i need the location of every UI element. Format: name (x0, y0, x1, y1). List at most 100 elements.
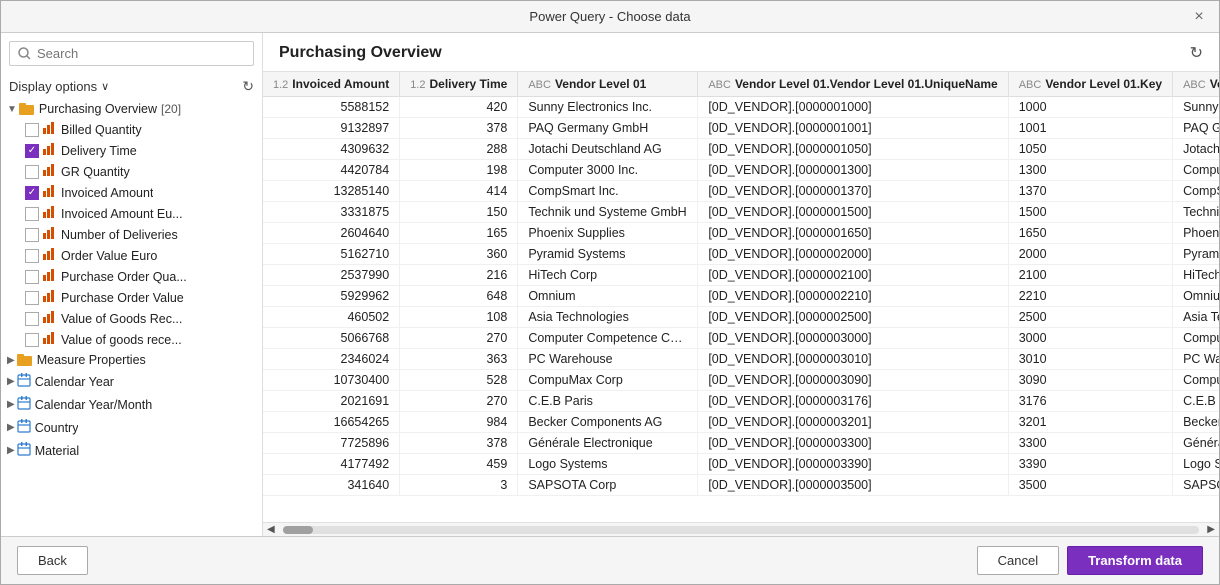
cell-vendor01-11: Computer Competence Center ... (518, 328, 698, 349)
cell-vendor01-7: Pyramid Systems (518, 244, 698, 265)
cell-delivery-9: 648 (400, 286, 518, 307)
scroll-right-arrow[interactable]: ▶ (1203, 524, 1219, 535)
cell-invoiced-17: 4177492 (263, 454, 400, 475)
col-type-0: 1.2 (273, 79, 288, 91)
panel-header: Purchasing Overview ↻ (263, 33, 1219, 72)
cell-key-7: 2000 (1008, 244, 1172, 265)
cell-invoiced-11: 5066768 (263, 328, 400, 349)
display-options-toggle[interactable]: Display options ∨ (9, 79, 109, 94)
tree-container: ▼ Purchasing Overview [20] Billed Quanti… (1, 99, 262, 536)
cell-key-1: 1001 (1008, 118, 1172, 139)
checkbox-purchase-order-qua[interactable] (25, 270, 39, 284)
tree-group-measure-properties[interactable]: ▶ Measure Properties (1, 350, 262, 370)
chart-icon-invoiced-amount (43, 185, 57, 200)
checkbox-invoiced-amount[interactable] (25, 186, 39, 200)
col-type-3: ABC (708, 79, 731, 91)
cell-vle-6: Phoenix Su... (1173, 223, 1219, 244)
checkbox-billed-quantity[interactable] (25, 123, 39, 137)
table-row: 5929962 648 Omnium [0D_VENDOR].[00000022… (263, 286, 1219, 307)
cell-vendor01-15: Becker Components AG (518, 412, 698, 433)
cell-vendor01-9: Omnium (518, 286, 698, 307)
cell-invoiced-2: 4309632 (263, 139, 400, 160)
tree-item-value-of-goods-rec2[interactable]: Value of goods rece... (1, 329, 262, 350)
cell-delivery-4: 414 (400, 181, 518, 202)
tree-item-invoiced-amount-eu[interactable]: Invoiced Amount Eu... (1, 203, 262, 224)
col-header-1[interactable]: 1.2Delivery Time (400, 72, 518, 97)
cell-vendor01-10: Asia Technologies (518, 307, 698, 328)
cell-delivery-17: 459 (400, 454, 518, 475)
cell-vle-1: PAQ Germa... (1173, 118, 1219, 139)
col-type-4: ABC (1019, 79, 1042, 91)
cell-delivery-13: 528 (400, 370, 518, 391)
data-table-container[interactable]: 1.2Invoiced Amount1.2Delivery TimeABCVen… (263, 72, 1219, 522)
chart-icon-gr-quantity (43, 164, 57, 179)
checkbox-order-value-euro[interactable] (25, 249, 39, 263)
cell-unique-9: [0D_VENDOR].[0000002210] (698, 286, 1008, 307)
col-header-0[interactable]: 1.2Invoiced Amount (263, 72, 400, 97)
transform-data-button[interactable]: Transform data (1067, 546, 1203, 575)
checkbox-delivery-time[interactable] (25, 144, 39, 158)
chart-icon-purchase-order-value (43, 290, 57, 305)
left-panel: Display options ∨ ↻ ▼ Purchasing Overvie… (1, 33, 263, 536)
left-panel-refresh-icon[interactable]: ↻ (242, 78, 254, 95)
tree-item-invoiced-amount[interactable]: Invoiced Amount (1, 182, 262, 203)
panel-refresh-icon[interactable]: ↻ (1190, 43, 1203, 63)
tree-item-value-of-goods-rec1[interactable]: Value of Goods Rec... (1, 308, 262, 329)
group-label-calendar-year-month: Calendar Year/Month (35, 398, 152, 412)
table-row: 2021691 270 C.E.B Paris [0D_VENDOR].[000… (263, 391, 1219, 412)
tree-item-billed-quantity[interactable]: Billed Quantity (1, 119, 262, 140)
tree-group-country[interactable]: ▶ Country (1, 416, 262, 439)
tree-item-delivery-time[interactable]: Delivery Time (1, 140, 262, 161)
cell-unique-16: [0D_VENDOR].[0000003300] (698, 433, 1008, 454)
col-type-2: ABC (528, 79, 551, 91)
col-header-2[interactable]: ABCVendor Level 01 (518, 72, 698, 97)
group-label-measure-properties: Measure Properties (37, 353, 146, 367)
tree-item-order-value-euro[interactable]: Order Value Euro (1, 245, 262, 266)
cell-vle-10: Asia Techni... (1173, 307, 1219, 328)
col-header-4[interactable]: ABCVendor Level 01.Key (1008, 72, 1172, 97)
footer: Back Cancel Transform data (1, 536, 1219, 584)
cell-key-16: 3300 (1008, 433, 1172, 454)
checkbox-gr-quantity[interactable] (25, 165, 39, 179)
tree-item-label-value-of-goods-rec2: Value of goods rece... (61, 333, 182, 347)
scroll-left-arrow[interactable]: ◀ (263, 524, 279, 535)
cell-unique-6: [0D_VENDOR].[0000001650] (698, 223, 1008, 244)
checkbox-value-of-goods-rec2[interactable] (25, 333, 39, 347)
back-button[interactable]: Back (17, 546, 88, 575)
close-button[interactable]: × (1187, 5, 1211, 29)
horizontal-scrollbar[interactable]: ◀ ▶ (263, 522, 1219, 536)
scrollbar-thumb[interactable] (283, 526, 313, 534)
tree-groups: ▶ Measure Properties ▶ Calendar Year ▶ C… (1, 350, 262, 462)
tree-group-material[interactable]: ▶ Material (1, 439, 262, 462)
cell-invoiced-5: 3331875 (263, 202, 400, 223)
cell-vendor01-16: Générale Electronique (518, 433, 698, 454)
checkbox-purchase-order-value[interactable] (25, 291, 39, 305)
cancel-button[interactable]: Cancel (977, 546, 1059, 575)
tree-item-gr-quantity[interactable]: GR Quantity (1, 161, 262, 182)
table-row: 3331875 150 Technik und Systeme GmbH [0D… (263, 202, 1219, 223)
cell-invoiced-18: 341640 (263, 475, 400, 496)
col-header-5[interactable]: ABCVendor Le... (1173, 72, 1219, 97)
tree-item-number-of-deliveries[interactable]: Number of Deliveries (1, 224, 262, 245)
table-row: 4420784 198 Computer 3000 Inc. [0D_VENDO… (263, 160, 1219, 181)
checkbox-number-of-deliveries[interactable] (25, 228, 39, 242)
tree-root-item[interactable]: ▼ Purchasing Overview [20] (1, 99, 262, 119)
root-expand-arrow: ▼ (7, 104, 17, 115)
tree-item-purchase-order-value[interactable]: Purchase Order Value (1, 287, 262, 308)
col-type-5: ABC (1183, 79, 1206, 91)
cell-invoiced-3: 4420784 (263, 160, 400, 181)
tree-group-calendar-year[interactable]: ▶ Calendar Year (1, 370, 262, 393)
checkbox-value-of-goods-rec1[interactable] (25, 312, 39, 326)
cell-key-14: 3176 (1008, 391, 1172, 412)
col-header-3[interactable]: ABCVendor Level 01.Vendor Level 01.Uniqu… (698, 72, 1008, 97)
cell-key-9: 2210 (1008, 286, 1172, 307)
display-options-bar: Display options ∨ ↻ (1, 74, 262, 99)
tree-group-calendar-year-month[interactable]: ▶ Calendar Year/Month (1, 393, 262, 416)
checkbox-invoiced-amount-eu[interactable] (25, 207, 39, 221)
tree-item-purchase-order-qua[interactable]: Purchase Order Qua... (1, 266, 262, 287)
cell-vle-18: SAPSOTA C... (1173, 475, 1219, 496)
scrollbar-track[interactable] (283, 526, 1200, 534)
cell-delivery-11: 270 (400, 328, 518, 349)
search-box[interactable] (9, 41, 254, 66)
search-input[interactable] (37, 46, 245, 61)
